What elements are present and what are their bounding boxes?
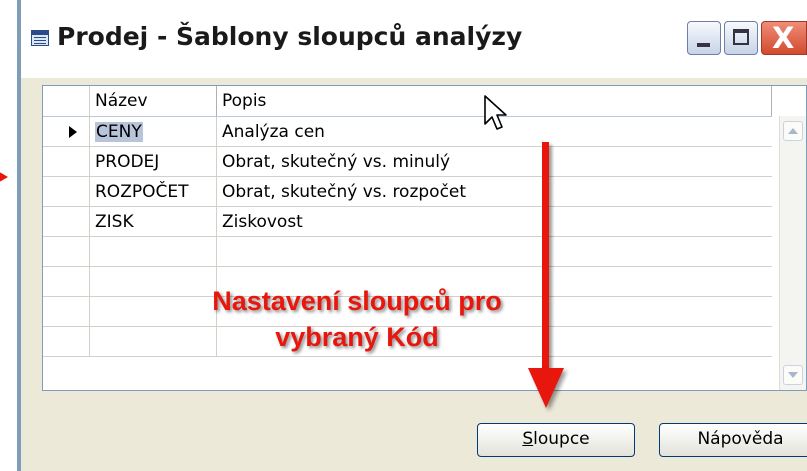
table-row[interactable]: ZISK Ziskovost <box>43 206 772 237</box>
cell-description[interactable]: Obrat, skutečný vs. minulý <box>216 146 772 177</box>
header-selector-cell <box>43 86 90 117</box>
row-selector[interactable] <box>43 266 90 297</box>
red-arrow-icon <box>542 142 549 370</box>
cell-name[interactable]: PRODEJ <box>89 146 217 177</box>
table-row[interactable]: PRODEJ Obrat, skutečný vs. minulý <box>43 146 772 177</box>
sloupce-button[interactable]: Sloupce <box>477 423 635 457</box>
cell-description[interactable]: Ziskovost <box>216 206 772 237</box>
access-key: S <box>522 429 534 449</box>
scroll-down-icon[interactable] <box>783 365 803 385</box>
red-arrow-head-icon <box>528 368 564 408</box>
scroll-up-icon[interactable] <box>783 121 803 141</box>
table-row[interactable]: ROZPOČET Obrat, skutečný vs. rozpočet <box>43 176 772 207</box>
sloupce-button-label: loupce <box>533 429 590 449</box>
row-selector[interactable] <box>43 296 90 327</box>
cell-description[interactable] <box>216 236 772 267</box>
grid-header-row: Název Popis <box>43 86 772 117</box>
row-selector[interactable] <box>43 176 90 207</box>
minimize-button[interactable] <box>687 21 721 55</box>
maximize-button[interactable] <box>724 21 758 55</box>
row-selector[interactable] <box>43 326 90 357</box>
row-selector[interactable] <box>43 116 90 147</box>
dialog-window: Prodej - Šablony sloupců analýzy X Název… <box>21 0 807 471</box>
annotation-line-1: Nastavení sloupců pro <box>212 286 502 316</box>
row-selector[interactable] <box>43 206 90 237</box>
close-button[interactable]: X <box>761 21 807 55</box>
annotation-line-2: vybraný Kód <box>275 322 439 352</box>
cell-name[interactable]: ROZPOČET <box>89 176 217 207</box>
annotation-callout: Nastavení sloupců pro vybraný Kód <box>177 283 537 355</box>
red-arrow-tip-icon <box>0 170 8 184</box>
title-bar[interactable]: Prodej - Šablony sloupců analýzy X <box>21 0 807 78</box>
table-window-icon <box>31 30 49 46</box>
cell-name[interactable]: ZISK <box>89 206 217 237</box>
column-header-name[interactable]: Název <box>89 86 217 117</box>
napoveda-button[interactable]: Nápověda <box>659 423 807 457</box>
cell-description[interactable]: Obrat, skutečný vs. rozpočet <box>216 176 772 207</box>
table-row[interactable]: CENY Analýza cen <box>43 116 772 147</box>
window-title: Prodej - Šablony sloupců analýzy <box>57 22 523 51</box>
selected-code-text: CENY <box>95 121 143 142</box>
vertical-scrollbar[interactable] <box>779 116 806 390</box>
cell-name[interactable] <box>89 236 217 267</box>
row-selector[interactable] <box>43 146 90 177</box>
close-icon: X <box>772 21 795 55</box>
table-row[interactable] <box>43 236 772 267</box>
mouse-cursor-icon <box>484 95 507 130</box>
row-pointer-icon <box>69 126 77 138</box>
row-selector[interactable] <box>43 236 90 267</box>
cell-name[interactable]: CENY <box>89 116 217 147</box>
